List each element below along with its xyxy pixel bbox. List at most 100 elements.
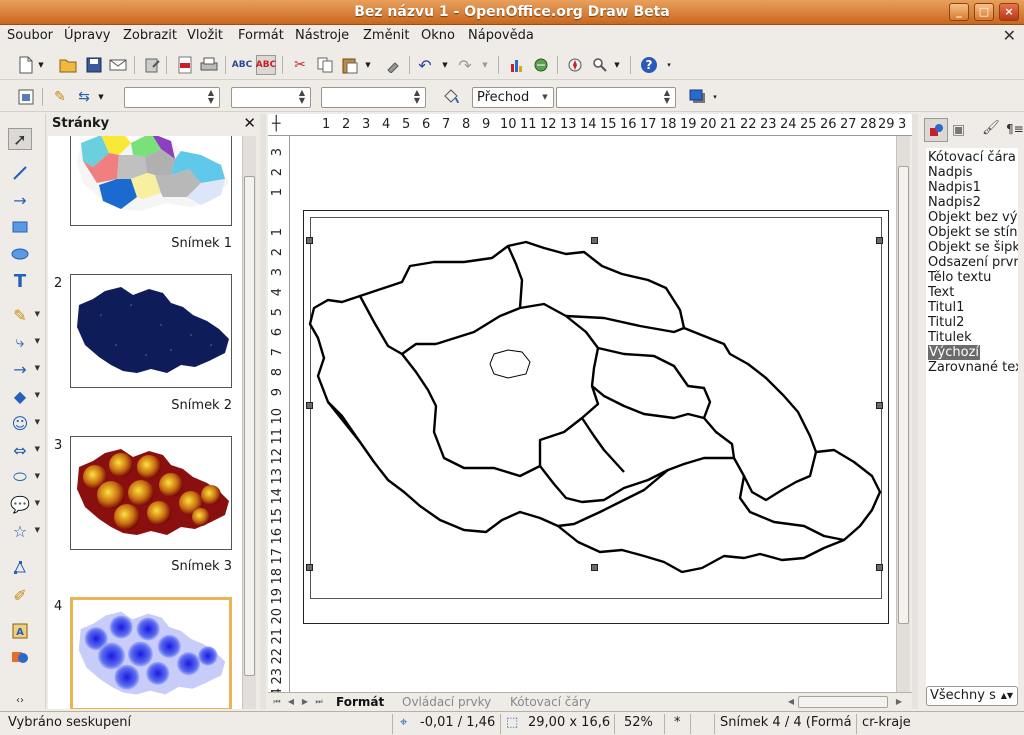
- ruler-corner-icon[interactable]: ┼: [272, 116, 280, 132]
- glue-points-icon[interactable]: ✐: [8, 584, 32, 606]
- paste-dropdown-icon[interactable]: ▼: [363, 55, 373, 75]
- close-window-button[interactable]: ×: [999, 3, 1019, 21]
- first-tab-icon[interactable]: ⏮: [272, 696, 282, 707]
- menu-vlozit[interactable]: Vložit: [187, 28, 223, 43]
- styles-filter-select[interactable]: Všechny s ▲▼: [926, 686, 1018, 706]
- style-item[interactable]: Titul1: [928, 300, 964, 315]
- style-item[interactable]: Nadpis: [928, 165, 973, 180]
- status-zoom[interactable]: 52%: [624, 715, 653, 730]
- styles-panel-splitter[interactable]: [912, 114, 918, 709]
- new-dropdown-icon[interactable]: ▼: [36, 55, 46, 75]
- menu-zobrazit[interactable]: Zobrazit: [123, 28, 177, 43]
- callouts-icon[interactable]: 💬 ▼: [8, 493, 40, 515]
- slide-thumbnail-3[interactable]: [70, 436, 232, 550]
- selection-handle[interactable]: [876, 402, 883, 409]
- style-item[interactable]: Kótovací čára: [928, 150, 1016, 165]
- new-document-icon[interactable]: [16, 55, 36, 75]
- undo-dropdown-icon[interactable]: ▼: [440, 55, 450, 75]
- from-file-icon[interactable]: [8, 646, 32, 668]
- slide-thumbnail-1[interactable]: [70, 136, 232, 226]
- more-tools-icon[interactable]: ‹›: [8, 689, 32, 711]
- line-tool-icon[interactable]: [8, 162, 32, 184]
- czech-regions-map[interactable]: [304, 236, 884, 576]
- selection-handle[interactable]: [306, 564, 313, 571]
- new-style-icon[interactable]: ¶≡: [1006, 122, 1024, 136]
- pages-scrollbar-thumb[interactable]: [244, 176, 255, 676]
- selection-handle[interactable]: [591, 564, 598, 571]
- lines-arrows-tool-icon[interactable]: → ▼: [8, 358, 40, 380]
- tab-format[interactable]: Formát: [336, 694, 384, 710]
- style-item[interactable]: Text: [928, 285, 954, 300]
- minimize-button[interactable]: _: [949, 3, 969, 21]
- stars-icon[interactable]: ☆ ▼: [8, 520, 40, 542]
- pages-panel-splitter[interactable]: [260, 114, 266, 709]
- selection-handle[interactable]: [876, 564, 883, 571]
- graphics-styles-icon[interactable]: [924, 118, 948, 142]
- style-item[interactable]: Nadpis1: [928, 180, 981, 195]
- arrow-style-icon[interactable]: ⇆: [74, 87, 94, 107]
- flowchart-icon[interactable]: ⬭ ▼: [8, 466, 40, 488]
- menu-zmenit[interactable]: Změnit: [363, 28, 410, 43]
- copy-icon[interactable]: [315, 55, 335, 75]
- email-icon[interactable]: [108, 55, 128, 75]
- symbol-shapes-icon[interactable]: ☺ ▼: [8, 412, 40, 434]
- connector-tool-icon[interactable]: ⤷ ▼: [8, 331, 40, 353]
- points-icon[interactable]: [8, 556, 32, 578]
- chart-icon[interactable]: [507, 55, 527, 75]
- style-item[interactable]: Objekt bez vý: [928, 210, 1017, 225]
- menu-napoveda[interactable]: Nápověda: [468, 28, 534, 43]
- arrow-style-dropdown-icon[interactable]: ▼: [96, 87, 106, 107]
- tab-dimension-lines[interactable]: Kótovací čáry: [510, 694, 591, 710]
- ellipse-tool-icon[interactable]: [8, 243, 32, 265]
- presentation-styles-icon[interactable]: ▣: [952, 122, 965, 138]
- block-arrows-icon[interactable]: ⇔ ▼: [8, 439, 40, 461]
- area-fill-icon[interactable]: [441, 87, 461, 107]
- close-document-icon[interactable]: ✕: [1003, 26, 1016, 45]
- slide-thumbnail-2[interactable]: [70, 274, 232, 388]
- line-arrow-tool-icon[interactable]: →: [8, 189, 32, 211]
- redo-dropdown-icon[interactable]: ▼: [480, 55, 490, 75]
- selection-handle[interactable]: [876, 237, 883, 244]
- styles-formatting-icon[interactable]: [16, 87, 36, 107]
- save-icon[interactable]: [84, 55, 104, 75]
- scroll-right-icon[interactable]: ▶: [894, 696, 904, 707]
- menu-okno[interactable]: Okno: [421, 28, 455, 43]
- zoom-icon[interactable]: [590, 55, 610, 75]
- selection-handle[interactable]: [306, 402, 313, 409]
- select-arrow-icon[interactable]: ➚: [8, 128, 32, 150]
- menu-soubor[interactable]: Soubor: [7, 28, 53, 43]
- menu-nastroje[interactable]: Nástroje: [295, 28, 349, 43]
- selection-handle[interactable]: [591, 237, 598, 244]
- zoom-dropdown-icon[interactable]: ▼: [612, 55, 622, 75]
- style-item[interactable]: Objekt se stín: [928, 225, 1017, 240]
- fill-format-icon[interactable]: 🖌: [982, 120, 1000, 136]
- menu-upravy[interactable]: Úpravy: [64, 28, 110, 43]
- help-icon[interactable]: ?: [639, 55, 659, 75]
- menu-format[interactable]: Formát: [238, 28, 284, 43]
- style-item[interactable]: Nadpis2: [928, 195, 981, 210]
- pages-scrollbar[interactable]: [242, 136, 256, 709]
- canvas-vscroll-thumb[interactable]: [898, 166, 909, 624]
- toolbar-options-icon[interactable]: ▾: [664, 55, 674, 75]
- toolbar2-options-icon[interactable]: ▾: [710, 87, 720, 107]
- style-item[interactable]: Tělo textu: [928, 270, 991, 285]
- redo-icon[interactable]: ↷: [455, 55, 475, 75]
- text-tool-icon[interactable]: T: [8, 270, 32, 292]
- area-fill-select[interactable]: ▲ ▼: [556, 87, 676, 108]
- export-pdf-icon[interactable]: [175, 55, 195, 75]
- scroll-left-icon[interactable]: ◀: [786, 696, 796, 707]
- line-icon[interactable]: ✎: [50, 87, 70, 107]
- fontwork-icon[interactable]: A: [8, 620, 32, 642]
- shadow-icon[interactable]: [688, 87, 708, 107]
- print-icon[interactable]: [199, 55, 219, 75]
- spellcheck-icon[interactable]: ABC: [232, 55, 252, 75]
- rectangle-tool-icon[interactable]: [8, 216, 32, 238]
- style-item[interactable]: Titulek: [928, 330, 972, 345]
- horizontal-scroll-thumb[interactable]: [798, 696, 888, 708]
- auto-spellcheck-icon[interactable]: ABC: [256, 55, 276, 75]
- navigator-icon[interactable]: [565, 55, 585, 75]
- drawing-canvas[interactable]: [290, 136, 896, 692]
- line-color-select[interactable]: ▲ ▼: [321, 87, 426, 108]
- last-tab-icon[interactable]: ⏭: [314, 696, 324, 707]
- canvas-vertical-scrollbar[interactable]: [896, 136, 910, 692]
